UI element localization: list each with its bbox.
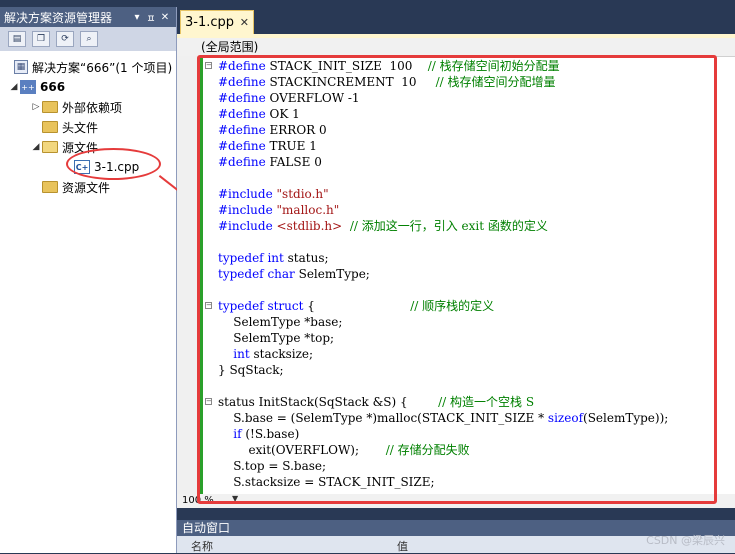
project-icon: ++	[20, 80, 36, 94]
folder-icon	[42, 121, 58, 133]
expand-arrow-icon[interactable]: ◢	[30, 142, 42, 152]
expand-arrow-icon[interactable]: ◢	[8, 82, 20, 92]
solution-label: 解决方案“666”(1 个项目)	[32, 60, 173, 75]
pin-icon[interactable]: ㅍ	[144, 10, 158, 25]
folder-icon	[42, 181, 58, 193]
watermark: CSDN @梁辰兴	[646, 534, 725, 547]
autos-col-name[interactable]: 名称	[191, 538, 213, 554]
tree-solution[interactable]: ▦ 解决方案“666”(1 个项目)	[14, 57, 172, 77]
folder-icon	[42, 101, 58, 113]
tree-headers[interactable]: 头文件	[42, 117, 98, 137]
editor-tabbar: 3-1.cpp ✕	[177, 7, 735, 34]
scope-dropdown[interactable]: (全局范围)	[201, 39, 258, 55]
solution-explorer-titlebar: 解决方案资源管理器 ▾ ㅍ ✕	[0, 7, 176, 27]
external-deps-label: 外部依赖项	[62, 100, 123, 115]
editor-margin	[177, 56, 199, 494]
solution-explorer-title: 解决方案资源管理器	[4, 10, 113, 25]
project-label: 666	[40, 80, 66, 94]
collapse-arrow-icon[interactable]: ▷	[30, 102, 42, 112]
tab-label: 3-1.cpp	[185, 15, 235, 30]
properties-icon[interactable]: ▤	[8, 31, 26, 47]
highlight-ellipse	[66, 148, 161, 180]
tab-close-icon[interactable]: ✕	[240, 16, 249, 29]
close-icon[interactable]: ✕	[158, 12, 172, 23]
solution-explorer-panel: 解决方案资源管理器 ▾ ㅍ ✕ ▤ ❐ ⟳ ⌕ ▦ 解决方案“666”(1 个项…	[0, 7, 177, 553]
tree-project[interactable]: ◢ ++ 666	[8, 77, 65, 97]
refresh-icon[interactable]: ⟳	[56, 31, 74, 47]
solution-explorer-toolbar: ▤ ❐ ⟳ ⌕	[0, 27, 176, 51]
highlight-rectangle	[197, 55, 717, 504]
tree-external-deps[interactable]: ▷ 外部依赖项	[30, 97, 122, 117]
autos-col-value[interactable]: 值	[397, 538, 408, 554]
tab-3-1-cpp[interactable]: 3-1.cpp ✕	[180, 10, 254, 34]
solution-icon: ▦	[14, 60, 28, 74]
tree-resources[interactable]: 资源文件	[42, 177, 110, 197]
view-class-diagram-icon[interactable]: ⌕	[80, 31, 98, 47]
open-folder-icon	[42, 141, 58, 153]
headers-label: 头文件	[62, 120, 99, 135]
resources-label: 资源文件	[62, 180, 111, 195]
show-all-files-icon[interactable]: ❐	[32, 31, 50, 47]
dropdown-icon[interactable]: ▾	[130, 12, 144, 23]
